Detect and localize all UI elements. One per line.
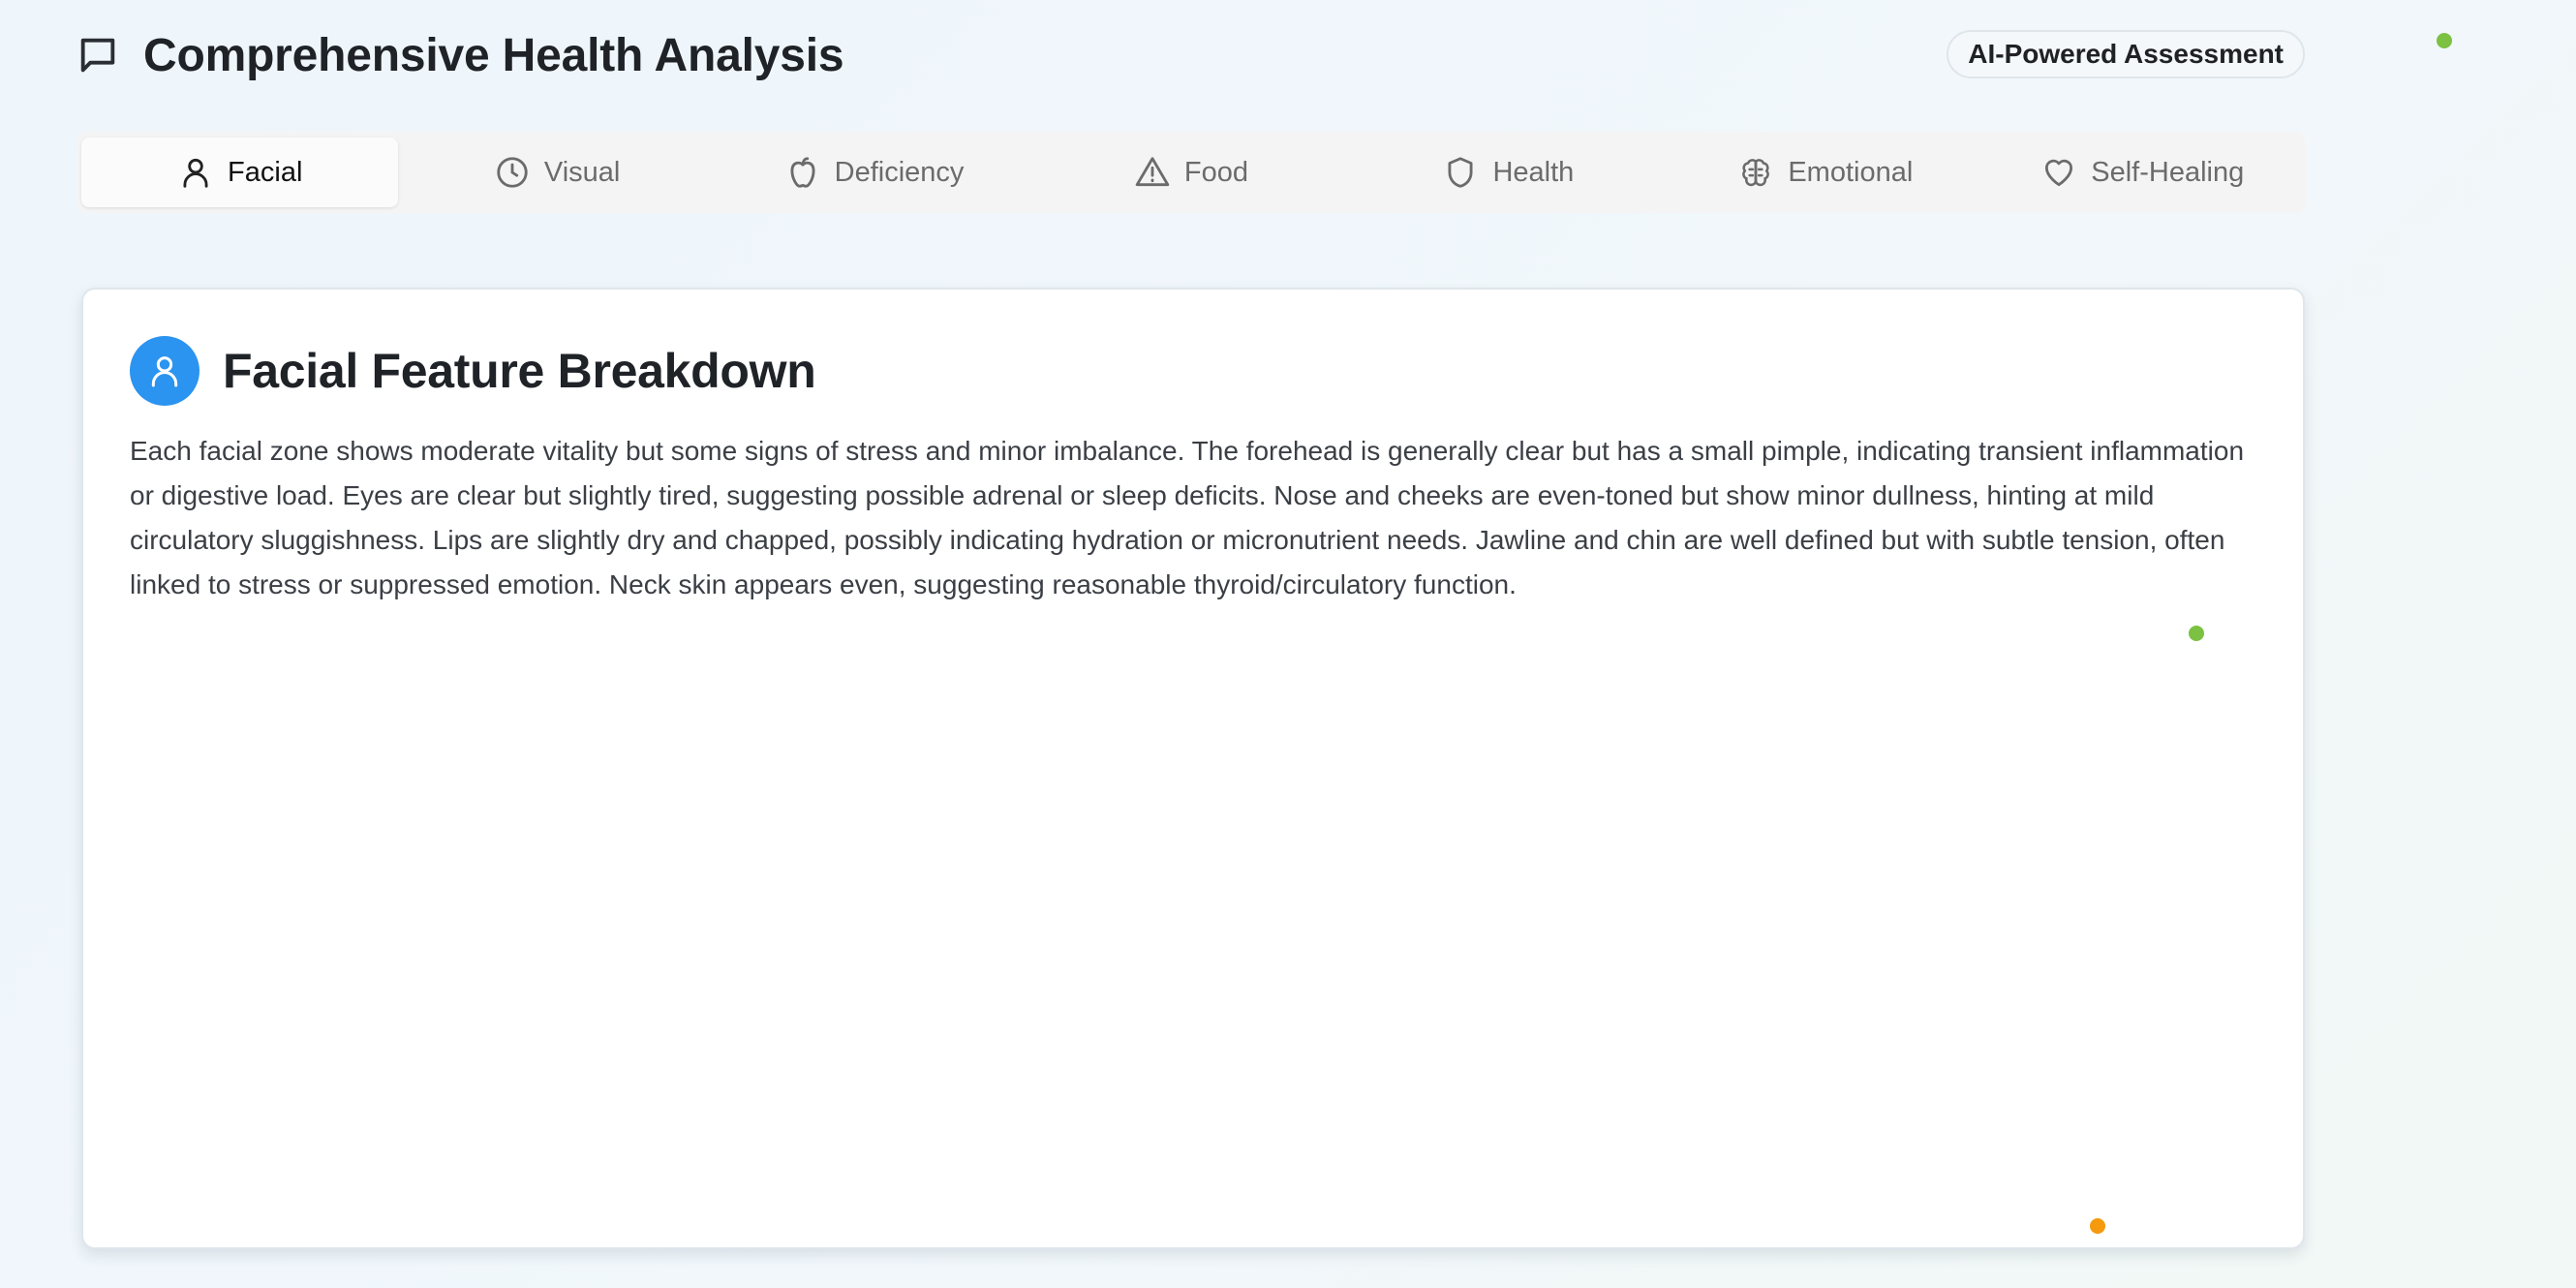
warning-icon [1135,157,1170,187]
tab-label: Visual [543,156,621,188]
avatar [130,336,199,406]
assessment-badge: AI-Powered Assessment [1947,30,2305,78]
tab-label: Health [1492,156,1575,188]
tab-self-healing[interactable]: Self-Healing [1984,138,2301,207]
tab-facial[interactable]: Facial [81,138,399,207]
tab-health[interactable]: Health [1350,138,1667,207]
tab-deficiency[interactable]: Deficiency [716,138,1032,207]
clock-icon [497,157,528,188]
analysis-tabs: Facial Visual Deficiency Food Health Emo… [77,132,2305,213]
card-title: Facial Feature Breakdown [223,344,816,398]
tab-label: Deficiency [834,156,965,188]
message-square-icon [76,33,120,77]
user-icon [151,356,178,387]
tab-label: Food [1183,156,1249,188]
apple-icon [790,157,815,188]
heart-icon [2045,159,2073,187]
page-header: Comprehensive Health Analysis AI-Powered… [76,25,2305,85]
orange-dot-decoration [2090,1218,2105,1234]
page-title: Comprehensive Health Analysis [143,29,844,81]
tab-label: Self-Healing [2091,156,2245,188]
tab-label: Emotional [1788,156,1914,188]
tab-visual[interactable]: Visual [398,138,715,207]
brain-icon [1742,159,1770,187]
user-icon [183,158,208,188]
green-dot-decoration [2437,33,2452,48]
card-header: Facial Feature Breakdown [130,336,816,406]
facial-breakdown-card: Facial Feature Breakdown Each facial zon… [81,288,2305,1249]
tab-label: Facial [228,156,303,188]
tab-emotional[interactable]: Emotional [1667,138,1983,207]
card-description: Each facial zone shows moderate vitality… [130,436,2245,599]
tab-food[interactable]: Food [1032,138,1349,207]
shield-icon [1448,157,1473,188]
green-dot-decoration [2189,626,2204,641]
